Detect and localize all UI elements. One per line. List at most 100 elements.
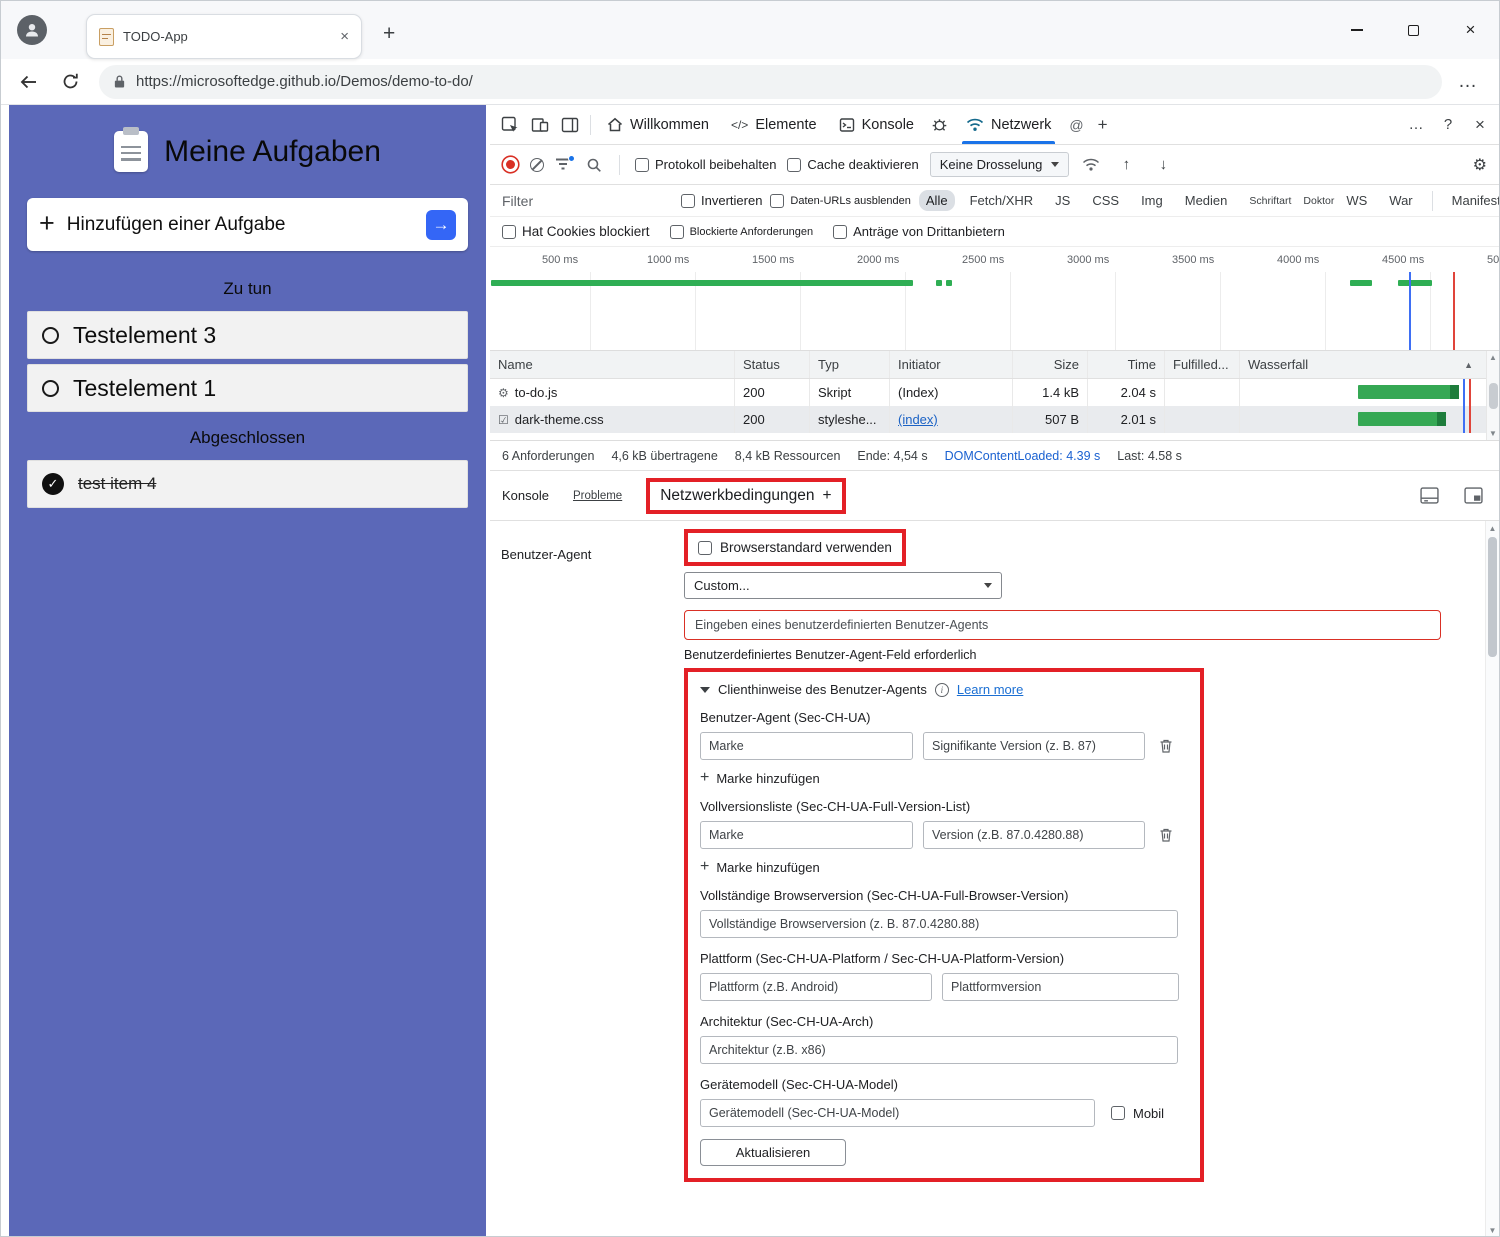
conditions-scrollbar[interactable]: ▲ ▼	[1485, 521, 1499, 1237]
close-window-button[interactable]: ×	[1442, 1, 1499, 59]
column-header-typ[interactable]: Typ	[810, 351, 890, 378]
add-drawer-tab-button[interactable]: +	[822, 487, 831, 505]
scroll-down-icon[interactable]: ▼	[1489, 429, 1497, 438]
add-panel-button[interactable]: +	[1092, 115, 1114, 135]
filter-pill-img[interactable]: Img	[1134, 190, 1170, 211]
brand-input[interactable]	[700, 821, 913, 849]
invert-checkbox[interactable]	[681, 194, 695, 208]
disable-cache-control[interactable]: Cache deaktivieren	[787, 157, 918, 172]
scroll-up-icon[interactable]: ▲	[1489, 353, 1497, 362]
architecture-input[interactable]	[700, 1036, 1178, 1064]
filter-toggle-button[interactable]	[555, 157, 573, 173]
minimize-button[interactable]	[1328, 1, 1385, 59]
full-browser-version-input[interactable]	[700, 910, 1178, 938]
significant-version-input[interactable]	[923, 732, 1145, 760]
refresh-button[interactable]	[57, 69, 83, 95]
brand-input[interactable]	[700, 732, 913, 760]
device-model-input[interactable]	[700, 1099, 1095, 1127]
devtools-help-button[interactable]: ?	[1435, 112, 1461, 138]
completed-list-item[interactable]: ✓ test item 4	[27, 460, 468, 508]
scroll-up-icon[interactable]: ▲	[1489, 524, 1497, 533]
request-row-to-do-js[interactable]: ⚙to-do.js 200 Skript (Index) 1.4 kB 2.04…	[490, 379, 1499, 406]
inspect-element-button[interactable]	[496, 111, 524, 139]
filter-pill-manifest[interactable]: Manifest	[1445, 190, 1500, 211]
todo-list-item[interactable]: Testelement 1	[27, 364, 468, 412]
mobile-control[interactable]: Mobil	[1111, 1106, 1164, 1121]
network-settings-button[interactable]: ⚙	[1473, 155, 1487, 175]
tab-debugger[interactable]	[926, 111, 954, 139]
hide-data-urls-checkbox[interactable]	[770, 194, 784, 208]
mobile-checkbox[interactable]	[1111, 1106, 1125, 1120]
devtools-menu-button[interactable]: …	[1403, 112, 1429, 138]
profile-avatar[interactable]	[17, 15, 47, 45]
dock-drawer-button[interactable]	[1415, 482, 1443, 510]
column-header-wasserfall[interactable]: Wasserfall ▲	[1240, 351, 1499, 378]
scroll-down-icon[interactable]: ▼	[1489, 1226, 1497, 1235]
third-party-control[interactable]: Anträge von Drittanbietern	[833, 224, 1005, 239]
table-scrollbar[interactable]: ▲ ▼	[1486, 351, 1499, 440]
filter-pill-wasm[interactable]: War	[1382, 190, 1419, 211]
tab-konsole[interactable]: Konsole	[829, 105, 924, 144]
preserve-log-control[interactable]: Protokoll beibehalten	[635, 157, 776, 172]
dock-panel-button[interactable]	[556, 111, 584, 139]
address-bar[interactable]: https://microsoftedge.github.io/Demos/de…	[99, 65, 1442, 99]
import-har-button[interactable]: ↑	[1113, 152, 1139, 178]
back-button[interactable]	[15, 69, 41, 95]
devtools-close-button[interactable]: ×	[1467, 112, 1493, 138]
drawer-tab-probleme[interactable]: Probleme	[573, 490, 622, 502]
browser-menu-button[interactable]: …	[1458, 71, 1479, 93]
drawer-tab-konsole[interactable]: Konsole	[502, 488, 549, 503]
new-tab-button[interactable]: +	[383, 23, 395, 44]
filter-pill-medien[interactable]: Medien	[1178, 190, 1235, 211]
platform-input[interactable]	[700, 973, 932, 1001]
tab-willkommen[interactable]: Willkommen	[597, 105, 719, 144]
todo-item-checkbox[interactable]	[42, 380, 59, 397]
delete-brand-button[interactable]	[1155, 824, 1177, 846]
client-hints-header[interactable]: Clienthinweise des Benutzer-Agents i Lea…	[700, 682, 1186, 697]
disclosure-triangle-icon[interactable]	[700, 687, 710, 693]
third-party-checkbox[interactable]	[833, 225, 847, 239]
custom-user-agent-input[interactable]	[684, 610, 1441, 640]
learn-more-link[interactable]: Learn more	[957, 682, 1023, 697]
filter-pill-ws[interactable]: WS	[1339, 190, 1374, 211]
blocked-cookies-checkbox[interactable]	[502, 225, 516, 239]
filter-pill-alle[interactable]: Alle	[919, 190, 955, 211]
submit-task-button[interactable]: →	[426, 210, 456, 240]
filter-input[interactable]	[502, 193, 672, 209]
filter-pill-schriftart[interactable]: Schriftart	[1242, 192, 1298, 210]
tab-netzwerk[interactable]: Netzwerk	[956, 105, 1061, 144]
record-network-log-button[interactable]	[506, 160, 515, 169]
network-overview-timeline[interactable]: 500 ms 1000 ms 1500 ms 2000 ms 2500 ms 3…	[490, 247, 1499, 351]
platform-version-input[interactable]	[942, 973, 1179, 1001]
tab-elemente[interactable]: </> Elemente	[721, 105, 827, 144]
column-header-time[interactable]: Time	[1088, 351, 1165, 378]
clear-network-log-button[interactable]	[530, 158, 544, 172]
hide-data-urls-control[interactable]: Daten-URLs ausblenden	[770, 194, 910, 208]
filter-pill-dokument[interactable]: Doktor	[1296, 192, 1341, 210]
scrollbar-thumb[interactable]	[1489, 383, 1498, 409]
blocked-cookies-control[interactable]: Hat Cookies blockiert	[502, 224, 650, 239]
column-header-name[interactable]: Name	[490, 351, 735, 378]
column-header-size[interactable]: Size	[1013, 351, 1088, 378]
blocked-requests-control[interactable]: Blockierte Anforderungen	[670, 225, 814, 239]
request-row-dark-theme-css[interactable]: ☑dark-theme.css 200 styleshe... (index) …	[490, 406, 1499, 433]
column-header-initiator[interactable]: Initiator	[890, 351, 1013, 378]
filter-pill-css[interactable]: CSS	[1085, 190, 1126, 211]
filter-pill-js[interactable]: JS	[1048, 190, 1077, 211]
expand-drawer-button[interactable]	[1459, 482, 1487, 510]
todo-list-item[interactable]: Testelement 3	[27, 311, 468, 359]
add-brand-button[interactable]: + Marke hinzufügen	[700, 770, 1186, 786]
disable-cache-checkbox[interactable]	[787, 158, 801, 172]
column-header-status[interactable]: Status	[735, 351, 810, 378]
full-version-input[interactable]	[923, 821, 1145, 849]
export-har-button[interactable]: ↓	[1150, 152, 1176, 178]
completed-checkbox[interactable]: ✓	[42, 473, 64, 495]
filter-pill-fetch-xhr[interactable]: Fetch/XHR	[963, 190, 1041, 211]
initiator-link[interactable]: (index)	[898, 412, 938, 427]
blocked-requests-checkbox[interactable]	[670, 225, 684, 239]
browser-tab[interactable]: TODO-App ×	[86, 14, 362, 59]
todo-item-checkbox[interactable]	[42, 327, 59, 344]
add-task-button[interactable]: + Hinzufügen einer Aufgabe →	[27, 198, 468, 251]
network-conditions-button[interactable]	[1080, 151, 1102, 179]
column-header-fulfilled[interactable]: Fulfilled...	[1165, 351, 1240, 378]
